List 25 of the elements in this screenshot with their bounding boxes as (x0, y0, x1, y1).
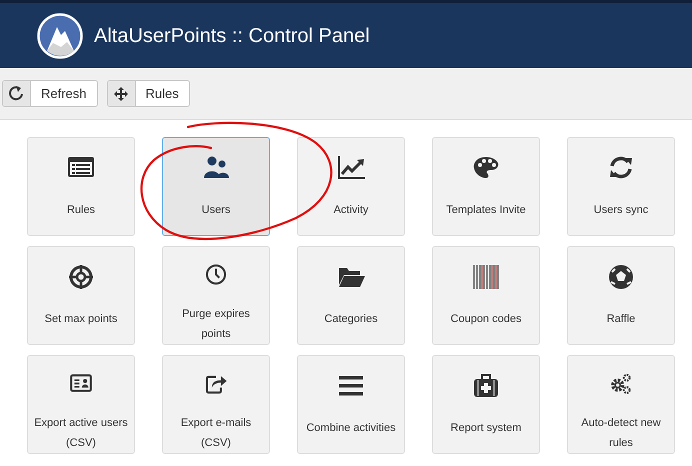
id-card-icon (67, 372, 95, 395)
control-panel-tile[interactable]: Combine activities (297, 355, 405, 454)
medical-kit-icon (472, 372, 500, 400)
barcode-icon (472, 263, 500, 291)
toolbar-button[interactable]: Refresh (2, 80, 98, 107)
control-panel-tile[interactable]: Users sync (567, 137, 675, 236)
control-panel-tile[interactable]: Purge expires points (162, 246, 270, 345)
control-panel-tile[interactable]: Categories (297, 246, 405, 345)
control-panel-tile[interactable]: Export active users (CSV) (27, 355, 135, 454)
control-panel-tile[interactable]: Export e-mails (CSV) (162, 355, 270, 454)
control-panel-tile[interactable]: Report system (432, 355, 540, 454)
control-panel-tile[interactable]: Rules (27, 137, 135, 236)
page-title: AltaUserPoints :: Control Panel (94, 24, 370, 48)
control-panel-tile[interactable]: Auto-detect new rules (567, 355, 675, 454)
control-panel-tile[interactable]: Set max points (27, 246, 135, 345)
control-panel-tile[interactable]: Raffle (567, 246, 675, 345)
control-panel-tile[interactable]: Users (162, 137, 270, 236)
mountain-logo-icon (37, 12, 83, 58)
line-chart-icon (337, 154, 365, 182)
control-panel-tile[interactable]: Templates Invite (432, 137, 540, 236)
soccer-ball-icon (607, 263, 635, 291)
control-panel-tile[interactable]: Coupon codes (432, 246, 540, 345)
control-panel-tile[interactable]: Activity (297, 137, 405, 236)
crosshair-icon (67, 263, 95, 291)
toolbar-button[interactable]: Rules (106, 80, 190, 107)
